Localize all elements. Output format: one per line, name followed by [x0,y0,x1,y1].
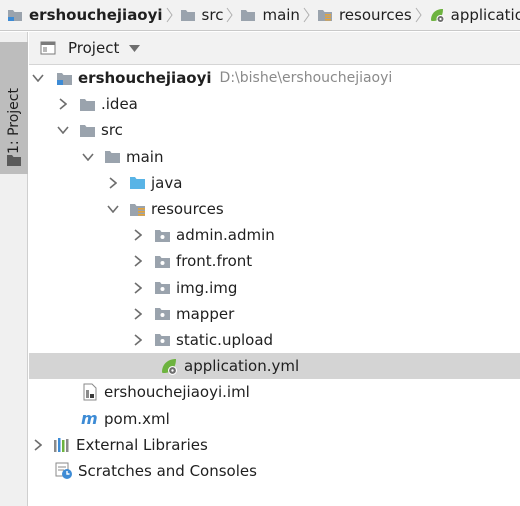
breadcrumb-item-main[interactable]: main [233,0,300,30]
folder-icon [7,152,21,170]
tree-label: mapper [176,304,235,323]
tree-node-static[interactable]: static.upload [29,327,520,353]
breadcrumb-label: application [450,6,520,24]
breadcrumb-separator-icon [415,0,422,30]
maven-icon: m [81,410,99,428]
expand-arrow-icon[interactable] [131,307,145,321]
svg-text:m: m [81,411,98,427]
breadcrumb-separator-icon [303,0,310,30]
breadcrumb-item-project[interactable]: ershouchejiaoyi [0,0,163,30]
resources-folder-icon [316,6,334,24]
breadcrumb-item-src[interactable]: src [173,0,224,30]
breadcrumb-label: resources [338,6,412,24]
tree-label: application.yml [184,357,300,376]
package-folder-icon [153,252,171,270]
tree-node-project-root[interactable]: ershouchejiaoyi D:\bishe\ershouchejiaoyi [29,65,520,91]
module-folder-icon [6,6,24,24]
folder-icon [78,95,96,113]
module-folder-icon [55,69,73,87]
breadcrumb-label: main [262,6,300,24]
tree-node-mapper[interactable]: mapper [29,301,520,327]
tree-label: pom.xml [104,409,170,428]
package-folder-icon [153,331,171,349]
tree-label: img.img [176,278,238,297]
tree-label: Scratches and Consoles [78,461,257,480]
expand-arrow-icon[interactable] [56,97,70,111]
library-icon [53,436,71,454]
package-folder-icon [153,305,171,323]
breadcrumb-item-resources[interactable]: resources [310,0,412,30]
view-selector-dropdown-icon[interactable] [129,44,141,52]
tree-label: static.upload [176,330,274,349]
expand-arrow-icon[interactable] [106,176,120,190]
source-folder-icon [128,174,146,192]
breadcrumb-label: ershouchejiaoyi [29,6,163,24]
tree-node-iml[interactable]: ershouchejiaoyi.iml [29,379,520,405]
expand-arrow-icon[interactable] [131,254,145,268]
tree-node-java[interactable]: java [29,170,520,196]
folder-icon [78,121,96,139]
project-view-icon [39,39,57,57]
breadcrumb-separator-icon [226,0,234,30]
breadcrumb: ershouchejiaoyi src main resources appli… [0,0,520,31]
project-path: D:\bishe\ershouchejiaoyi [219,70,393,87]
tree-label: External Libraries [76,435,208,454]
package-folder-icon [153,226,171,244]
spring-config-icon [159,356,179,376]
tree-label: java [151,173,183,192]
folder-icon [103,148,121,166]
breadcrumb-item-application[interactable]: application [422,0,520,30]
tree-node-front[interactable]: front.front [29,248,520,274]
tree-node-external-libraries[interactable]: External Libraries [29,432,520,458]
tree-node-scratches[interactable]: Scratches and Consoles [29,458,520,484]
tree-node-resources[interactable]: resources [29,196,520,222]
collapse-arrow-icon[interactable] [81,150,95,164]
tree-label: admin.admin [176,226,275,245]
tool-window-strip: 1: Project [0,32,28,506]
project-tab-label: 1: Project [6,88,22,154]
module-file-icon [81,383,99,401]
tree-node-idea[interactable]: .idea [29,91,520,117]
expand-arrow-icon[interactable] [31,438,45,452]
tree-node-admin[interactable]: admin.admin [29,222,520,248]
spring-config-icon [428,6,446,24]
folder-icon [179,6,197,24]
tree-label: .idea [101,95,138,114]
project-panel-header: Project [29,32,520,65]
project-tool-window-tab[interactable]: 1: Project [0,42,28,174]
collapse-arrow-icon[interactable] [106,202,120,216]
tree-label: ershouchejiaoyi.iml [104,383,250,402]
breadcrumb-label: src [201,6,224,24]
tree-node-pom[interactable]: m pom.xml [29,405,520,431]
collapse-arrow-icon[interactable] [56,123,70,137]
folder-icon [239,6,257,24]
tree-node-img[interactable]: img.img [29,275,520,301]
package-folder-icon [153,279,171,297]
tree-label: src [101,121,123,140]
expand-arrow-icon[interactable] [131,228,145,242]
scratches-icon [55,462,73,480]
expand-arrow-icon[interactable] [131,281,145,295]
collapse-arrow-icon[interactable] [31,71,45,85]
tree-label: ershouchejiaoyi [78,69,212,88]
tree-node-src[interactable]: src [29,117,520,143]
expand-arrow-icon[interactable] [131,333,145,347]
resources-folder-icon [128,200,146,218]
breadcrumb-separator-icon [166,0,173,30]
panel-title: Project [68,39,120,57]
tree-label: front.front [176,252,253,271]
tree-node-main[interactable]: main [29,144,520,170]
project-tree: ershouchejiaoyi D:\bishe\ershouchejiaoyi… [29,65,520,484]
tree-label: main [126,147,164,166]
tree-node-application-yml[interactable]: application.yml [29,353,520,380]
tree-label: resources [151,200,224,219]
